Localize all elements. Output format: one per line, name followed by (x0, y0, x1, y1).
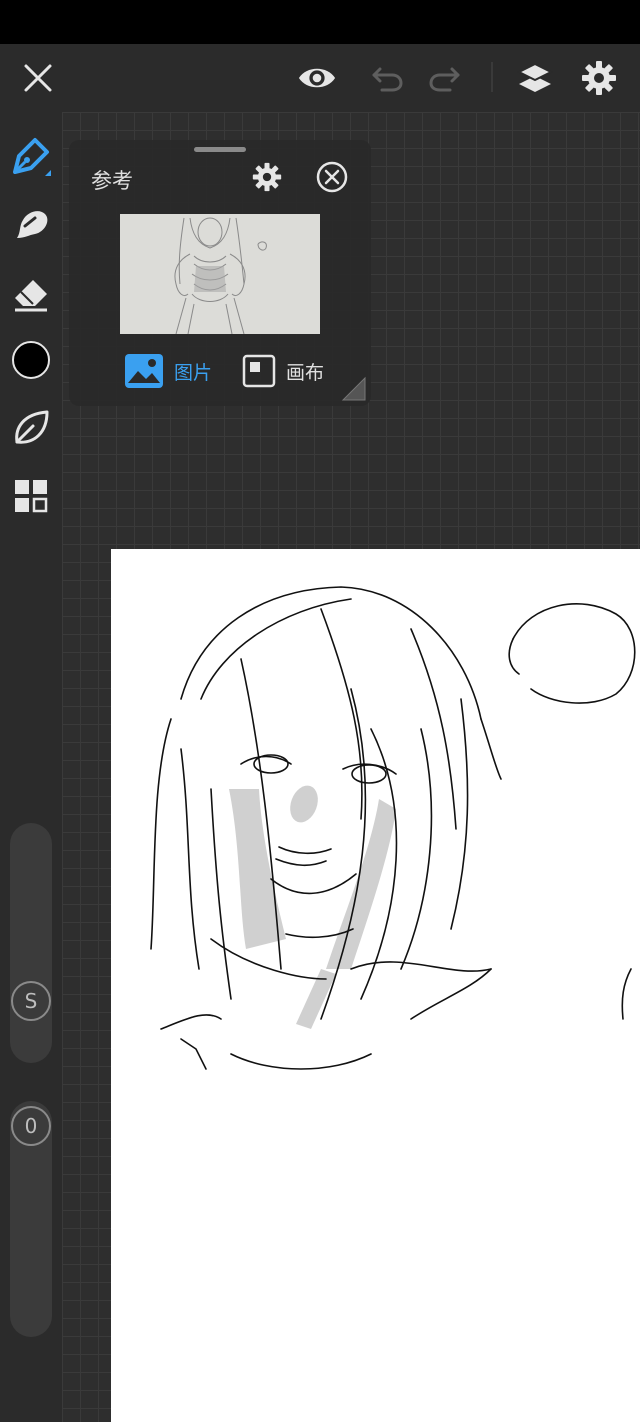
preview-button[interactable] (297, 58, 337, 98)
eye-icon (298, 68, 336, 88)
canvas-icon (242, 354, 276, 388)
eraser-tool-button[interactable] (8, 269, 54, 315)
redo-button[interactable] (425, 58, 465, 98)
brush-tool-button[interactable] (8, 405, 54, 451)
settings-button[interactable] (579, 58, 619, 98)
toolbar-divider (491, 62, 493, 92)
reference-panel: 参考 图片 画布 (69, 140, 371, 406)
status-bar (0, 0, 640, 44)
grid-materials-icon (15, 480, 48, 513)
tab-canvas-label: 画布 (286, 361, 325, 384)
settings-icon (252, 162, 282, 192)
materials-button[interactable] (8, 473, 54, 519)
reference-panel-title: 参考 (91, 169, 133, 193)
layers-icon (517, 62, 553, 92)
undo-button[interactable] (367, 58, 407, 98)
pen-tool-icon (13, 138, 51, 176)
left-toolbar: S 0 (0, 112, 62, 1422)
drag-handle[interactable] (194, 147, 246, 152)
opacity-slider[interactable]: 0 (10, 1101, 52, 1337)
tab-image[interactable]: 图片 (124, 351, 212, 391)
resize-handle-icon[interactable] (339, 374, 367, 402)
reference-tabs: 图片 画布 (69, 346, 371, 396)
smudge-tool-button[interactable] (8, 201, 54, 247)
eraser-tool-icon (15, 280, 47, 312)
image-icon (125, 354, 163, 388)
smudge-tool-icon (17, 211, 48, 238)
close-icon (24, 64, 52, 92)
sketch-drawing (150, 586, 636, 1070)
close-button[interactable] (18, 58, 58, 98)
reference-settings-button[interactable] (250, 160, 284, 194)
reference-sketch (120, 214, 320, 334)
redo-icon (429, 67, 460, 92)
brush-size-thumb[interactable]: S (11, 981, 51, 1021)
tab-canvas[interactable]: 画布 (242, 351, 324, 391)
settings-icon (582, 61, 616, 95)
leaf-brush-icon (15, 410, 49, 444)
top-toolbar (0, 44, 640, 112)
undo-icon (372, 67, 403, 92)
layers-button[interactable] (515, 58, 555, 98)
reference-image[interactable] (120, 214, 320, 334)
pen-tool-button[interactable] (8, 133, 54, 179)
opacity-label: 0 (24, 1114, 38, 1138)
close-circle-icon (316, 161, 348, 193)
reference-close-button[interactable] (315, 160, 349, 194)
opacity-thumb[interactable]: 0 (11, 1106, 51, 1146)
color-swatch (12, 341, 50, 379)
tab-image-label: 图片 (174, 361, 213, 384)
drawing-canvas[interactable] (111, 549, 640, 1422)
color-picker-button[interactable] (8, 337, 54, 383)
brush-size-label: S (24, 989, 38, 1013)
brush-size-slider[interactable]: S (10, 823, 52, 1063)
